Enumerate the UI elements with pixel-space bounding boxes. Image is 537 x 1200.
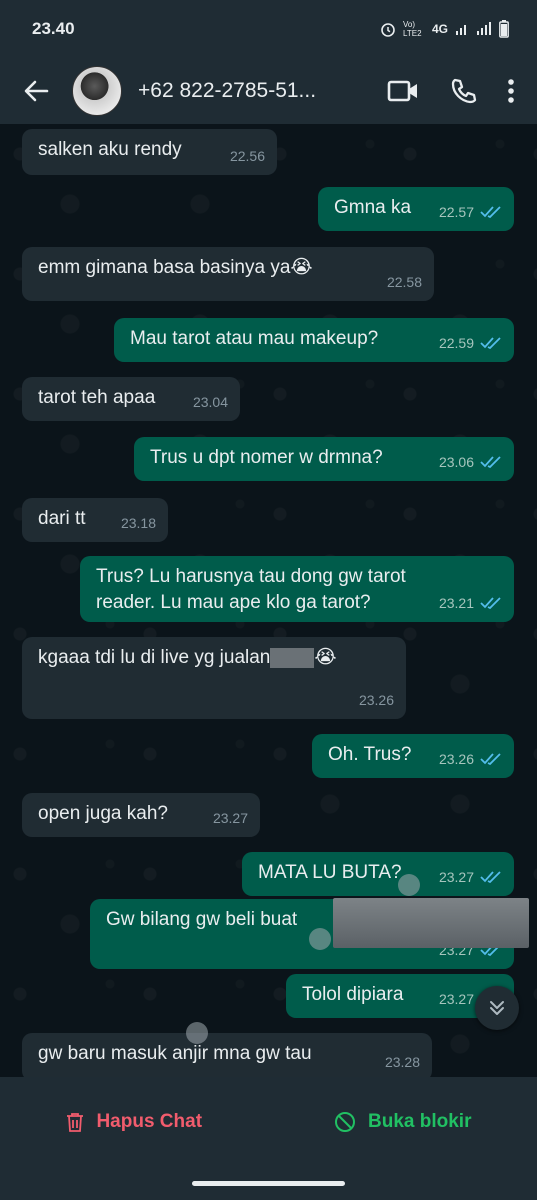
double-check-icon: [480, 753, 501, 765]
scroll-down-icon: [490, 1001, 504, 1015]
message-out[interactable]: Gmna ka 22.57: [318, 187, 514, 231]
video-call-icon: [387, 80, 417, 102]
home-gesture-handle[interactable]: [192, 1181, 345, 1186]
message-time: 23.18: [120, 515, 156, 531]
trash-icon: [67, 1113, 84, 1132]
network-label: 4G: [431, 22, 448, 36]
scroll-down-button[interactable]: [475, 986, 519, 1030]
touch-indicator: [186, 1022, 208, 1044]
status-icons: Vo) LTE2 4G: [380, 20, 509, 38]
status-bar: 23.40 Vo) LTE2 4G: [0, 0, 537, 58]
message-time: 23.06: [438, 454, 474, 470]
delete-chat-button[interactable]: Hapus Chat: [0, 1111, 269, 1133]
message-time: 22.56: [229, 148, 265, 164]
message-out[interactable]: Oh. Trus? 23.26: [312, 734, 514, 778]
phone-icon: [451, 78, 477, 104]
message-in[interactable]: kgaaa tdi lu di live yg jualan 😭 23.26: [22, 637, 406, 719]
message-text: emm gimana basa basinya ya: [38, 257, 291, 278]
double-check-icon: [480, 597, 501, 609]
message-time: 23.21: [438, 595, 474, 611]
message-text: MATA LU BUTA?: [258, 862, 402, 883]
more-vert-icon: [508, 79, 514, 103]
double-check-icon: [480, 337, 501, 349]
back-arrow-icon: [24, 80, 49, 102]
message-in[interactable]: emm gimana basa basinya ya😭 22.58: [22, 247, 434, 301]
contact-avatar[interactable]: [72, 66, 122, 116]
message-text: tarot teh apaa: [38, 387, 156, 408]
message-time: 22.58: [386, 274, 422, 290]
chat-area[interactable]: salken aku rendy 22.56 Gmna ka 22.57 emm…: [0, 124, 537, 1077]
chat-header: +62 822-2785-51...: [0, 58, 537, 124]
message-text: Gmna ka: [334, 197, 412, 218]
message-text: salken aku rendy: [38, 139, 182, 160]
message-in[interactable]: gw baru masuk anjir mna gw tau 23.28: [22, 1033, 432, 1077]
unblock-button[interactable]: Buka blokir: [269, 1111, 537, 1133]
unblock-icon: [335, 1112, 355, 1132]
signal-icon: [455, 22, 469, 36]
message-time: 23.26: [358, 692, 394, 708]
message-time: 23.27: [438, 991, 474, 1007]
double-check-icon: [480, 871, 501, 883]
message-out[interactable]: Mau tarot atau mau makeup? 22.59: [114, 318, 514, 362]
message-text: open juga kah?: [38, 803, 168, 824]
contact-name[interactable]: +62 822-2785-51...: [138, 79, 338, 103]
volte-label: Vo) LTE2: [402, 20, 422, 38]
signal-icon-2: [476, 22, 492, 36]
delete-chat-label: Hapus Chat: [96, 1111, 203, 1132]
alarm-icon: [380, 21, 396, 37]
status-time: 23.40: [32, 19, 75, 38]
message-text: Gw bilang gw beli buat: [106, 909, 298, 930]
message-time: 23.27: [212, 810, 248, 826]
touch-indicator: [309, 928, 331, 950]
double-check-icon: [480, 456, 501, 468]
battery-icon: [499, 20, 509, 38]
crying-emoji: 😭: [314, 647, 337, 668]
video-call-button[interactable]: [387, 79, 419, 103]
message-time: 23.26: [438, 751, 474, 767]
message-text: kgaaa tdi lu di live yg jualan: [38, 647, 271, 668]
message-text: Tolol dipiara: [302, 984, 404, 1005]
navigation-bar: [0, 1167, 537, 1200]
message-time: 23.27: [438, 869, 474, 885]
message-time: 23.28: [384, 1054, 420, 1070]
blocked-actions-bar: Hapus Chat Buka blokir: [0, 1077, 537, 1167]
crying-emoji: 😭: [290, 257, 313, 278]
message-text: Oh. Trus?: [328, 744, 412, 765]
message-out[interactable]: Trus? Lu harusnya tau dong gw tarot read…: [80, 556, 514, 622]
redaction-box: [333, 898, 529, 948]
back-button[interactable]: [18, 73, 54, 109]
more-options-button[interactable]: [507, 78, 515, 104]
message-time: 22.59: [438, 335, 474, 351]
message-text: gw baru masuk anjir mna gw tau: [38, 1043, 312, 1064]
message-in[interactable]: salken aku rendy 22.56: [22, 129, 277, 175]
message-in[interactable]: open juga kah? 23.27: [22, 793, 260, 837]
voice-call-button[interactable]: [449, 77, 477, 105]
unblock-label: Buka blokir: [368, 1111, 472, 1132]
message-text: dari tt: [38, 508, 86, 529]
message-time: 23.04: [192, 394, 228, 410]
message-text: Mau tarot atau mau makeup?: [130, 328, 379, 349]
redaction-mark: [270, 647, 315, 668]
message-text: Trus u dpt nomer w drmna?: [150, 447, 383, 468]
message-in[interactable]: tarot teh apaa 23.04: [22, 377, 240, 421]
message-out[interactable]: Trus u dpt nomer w drmna? 23.06: [134, 437, 514, 481]
message-time: 22.57: [438, 204, 474, 220]
message-out[interactable]: MATA LU BUTA? 23.27: [242, 852, 514, 896]
double-check-icon: [480, 206, 501, 218]
message-text: Trus? Lu harusnya tau dong gw tarot: [96, 566, 406, 587]
message-in[interactable]: dari tt 23.18: [22, 498, 168, 542]
touch-indicator: [398, 874, 420, 896]
